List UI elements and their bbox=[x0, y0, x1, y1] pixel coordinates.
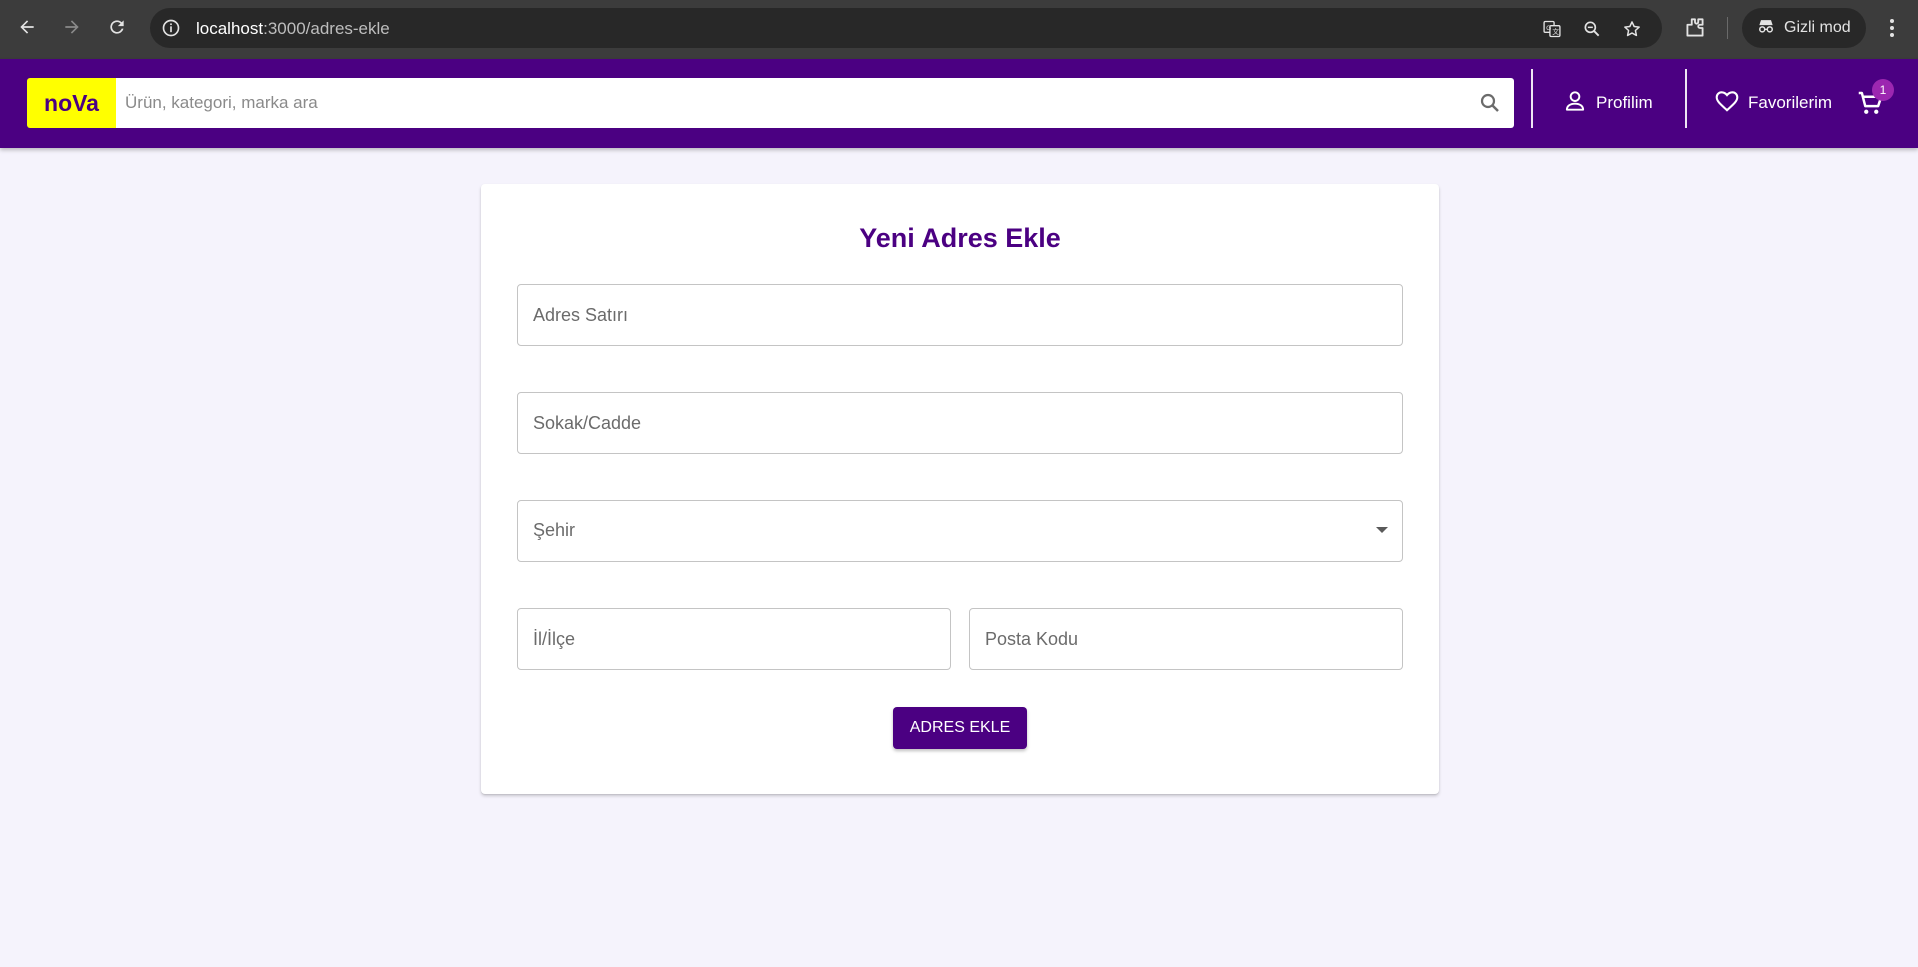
more-menu-icon[interactable] bbox=[1883, 15, 1901, 41]
add-address-card: Yeni Adres Ekle Şehir ADRES EKLE bbox=[481, 184, 1439, 794]
extensions-icon[interactable] bbox=[1682, 15, 1708, 41]
postal-code-field bbox=[969, 608, 1403, 670]
heart-icon bbox=[1714, 88, 1740, 119]
app-header: noVa Profilim Favorilerim 1 bbox=[0, 59, 1918, 148]
profile-link[interactable]: Profilim bbox=[1562, 79, 1653, 127]
search-bar bbox=[116, 78, 1514, 128]
forward-icon[interactable] bbox=[58, 13, 86, 41]
incognito-label: Gizli mod bbox=[1784, 19, 1851, 36]
favorites-label: Favorilerim bbox=[1748, 93, 1833, 112]
zoom-icon[interactable] bbox=[1580, 17, 1604, 41]
search-icon[interactable] bbox=[1478, 91, 1502, 115]
chevron-down-icon bbox=[1376, 527, 1388, 533]
city-select-label: Şehir bbox=[533, 520, 576, 540]
browser-toolbar: localhost:3000/adres-ekle G文 Gizli mod bbox=[0, 0, 1918, 59]
incognito-chip[interactable]: Gizli mod bbox=[1742, 8, 1866, 48]
page-title: Yeni Adres Ekle bbox=[859, 223, 1061, 253]
address-line-field bbox=[517, 284, 1403, 346]
cart-count-badge: 1 bbox=[1872, 79, 1894, 101]
district-input[interactable] bbox=[518, 609, 950, 669]
header-divider bbox=[1685, 69, 1687, 128]
address-line-input[interactable] bbox=[518, 285, 1402, 345]
site-info-icon[interactable] bbox=[160, 17, 182, 39]
profile-label: Profilim bbox=[1596, 93, 1653, 112]
toolbar-divider bbox=[1727, 17, 1728, 39]
city-select[interactable]: Şehir bbox=[517, 500, 1403, 562]
url-text: localhost:3000/adres-ekle bbox=[196, 19, 390, 38]
translate-icon[interactable]: G文 bbox=[1540, 17, 1564, 41]
logo[interactable]: noVa bbox=[27, 78, 116, 128]
reload-icon[interactable] bbox=[103, 13, 131, 41]
favorites-link[interactable]: Favorilerim bbox=[1714, 79, 1832, 127]
incognito-icon bbox=[1756, 16, 1776, 41]
svg-text:文: 文 bbox=[1552, 27, 1559, 36]
svg-text:G: G bbox=[1546, 25, 1551, 32]
street-input[interactable] bbox=[518, 393, 1402, 453]
person-icon bbox=[1562, 88, 1588, 119]
address-bar[interactable]: localhost:3000/adres-ekle G文 bbox=[150, 8, 1662, 48]
postal-code-input[interactable] bbox=[970, 609, 1402, 669]
search-input[interactable] bbox=[116, 78, 1456, 128]
district-field bbox=[517, 608, 951, 670]
add-address-button[interactable]: ADRES EKLE bbox=[893, 707, 1027, 749]
bookmark-star-icon[interactable] bbox=[1620, 17, 1644, 41]
header-divider bbox=[1531, 69, 1533, 128]
back-icon[interactable] bbox=[13, 13, 41, 41]
street-field bbox=[517, 392, 1403, 454]
